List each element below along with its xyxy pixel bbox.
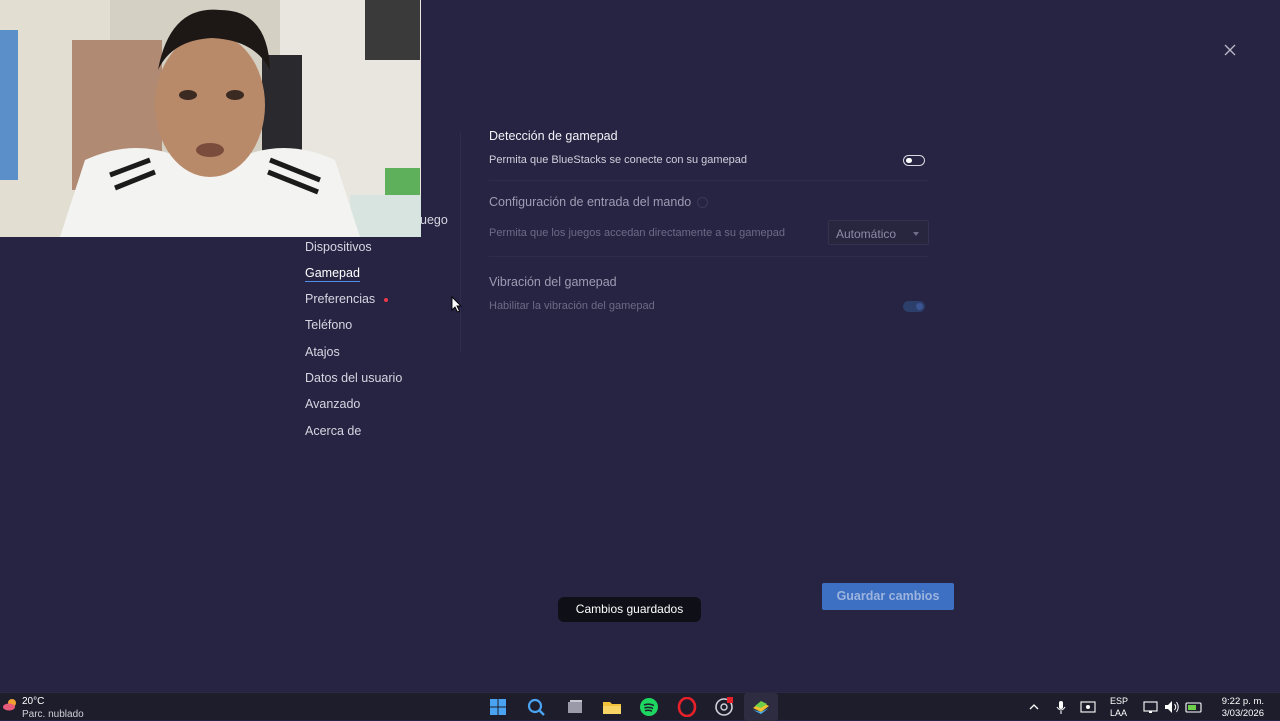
sidebar-item-datos-usuario[interactable]: Datos del usuario	[305, 371, 402, 385]
close-icon	[1224, 44, 1236, 56]
sidebar-item-label: Acerca de	[305, 424, 362, 438]
weather-icon[interactable]	[2, 697, 18, 713]
spotify-icon[interactable]	[639, 697, 659, 717]
sidebar-item-acerca-de[interactable]: Acerca de	[305, 424, 361, 438]
language-layout[interactable]: LAA	[1110, 708, 1127, 718]
gamepad-detection-title: Detección de gamepad	[489, 129, 618, 143]
sidebar-item-dispositivos[interactable]: Dispositivos	[305, 240, 372, 254]
chevron-down-icon	[913, 232, 919, 236]
gamepad-detection-toggle[interactable]	[903, 155, 925, 166]
input-config-description: Permita que los juegos accedan directame…	[489, 227, 785, 239]
toggle-knob	[906, 157, 912, 163]
vibration-description: Habilitar la vibración del gamepad	[489, 300, 655, 312]
battery-icon[interactable]	[1184, 697, 1204, 717]
sidebar-item-gamepad[interactable]: Gamepad	[305, 266, 360, 282]
sidebar-item-telefono[interactable]: Teléfono	[305, 318, 352, 332]
volume-icon[interactable]	[1162, 697, 1182, 717]
task-view-icon[interactable]	[565, 697, 585, 717]
sidebar-item-avanzado[interactable]: Avanzado	[305, 397, 360, 411]
sidebar-item-label: Atajos	[305, 345, 340, 359]
sidebar-item-atajos[interactable]: Atajos	[305, 345, 340, 359]
section-divider	[489, 180, 929, 181]
mouse-cursor-icon	[451, 296, 463, 313]
chevron-up-icon[interactable]	[1024, 697, 1044, 717]
toast-notification: Cambios guardados	[558, 597, 701, 622]
sidebar-item-preferencias[interactable]: Preferencias	[305, 292, 389, 306]
weather-condition[interactable]: Parc. nublado	[22, 709, 84, 720]
search-icon[interactable]	[526, 697, 546, 717]
sidebar-divider	[460, 132, 461, 352]
section-divider	[489, 256, 929, 257]
bluestacks-icon[interactable]	[751, 697, 771, 717]
sidebar-item-label: uego	[420, 213, 448, 227]
sidebar-item-label: Gamepad	[305, 266, 360, 282]
save-button[interactable]: Guardar cambios	[822, 583, 954, 610]
capture-icon[interactable]	[1078, 697, 1098, 717]
info-icon[interactable]	[697, 197, 708, 208]
clock-time[interactable]: 9:22 p. m.	[1222, 696, 1264, 707]
sidebar-item-label: Datos del usuario	[305, 371, 403, 385]
vibration-title: Vibración del gamepad	[489, 275, 617, 289]
weather-temperature[interactable]: 20°C	[22, 696, 44, 707]
input-config-title: Configuración de entrada del mando	[489, 195, 692, 209]
language-code[interactable]: ESP	[1110, 696, 1128, 706]
sidebar-item-label: Preferencias	[305, 292, 376, 306]
opera-icon[interactable]	[677, 697, 697, 717]
taskbar: 20°C Parc. nublado ESP LAA 9:22 p. m. 3/…	[0, 692, 1280, 721]
webcam-overlay	[0, 0, 421, 237]
chrome-icon[interactable]	[714, 697, 734, 717]
gamepad-detection-description: Permita que BlueStacks se conecte con su…	[489, 154, 748, 166]
microphone-icon[interactable]	[1051, 697, 1071, 717]
sidebar-item-partial[interactable]: uego	[420, 213, 448, 227]
network-icon[interactable]	[1141, 697, 1161, 717]
sidebar-item-label: Teléfono	[305, 318, 353, 332]
notification-badge	[384, 297, 389, 302]
sidebar-item-label: Avanzado	[305, 397, 361, 411]
input-mode-select[interactable]: Automático	[828, 220, 929, 245]
webcam-person-image	[0, 0, 421, 237]
toggle-knob	[916, 303, 923, 310]
close-button[interactable]	[1220, 40, 1240, 60]
sidebar-item-label: Dispositivos	[305, 240, 372, 254]
start-icon[interactable]	[488, 697, 508, 717]
vibration-toggle[interactable]	[903, 301, 925, 312]
input-mode-value: Automático	[836, 227, 897, 241]
folder-icon[interactable]	[602, 697, 622, 717]
clock-date[interactable]: 3/03/2026	[1222, 708, 1264, 719]
